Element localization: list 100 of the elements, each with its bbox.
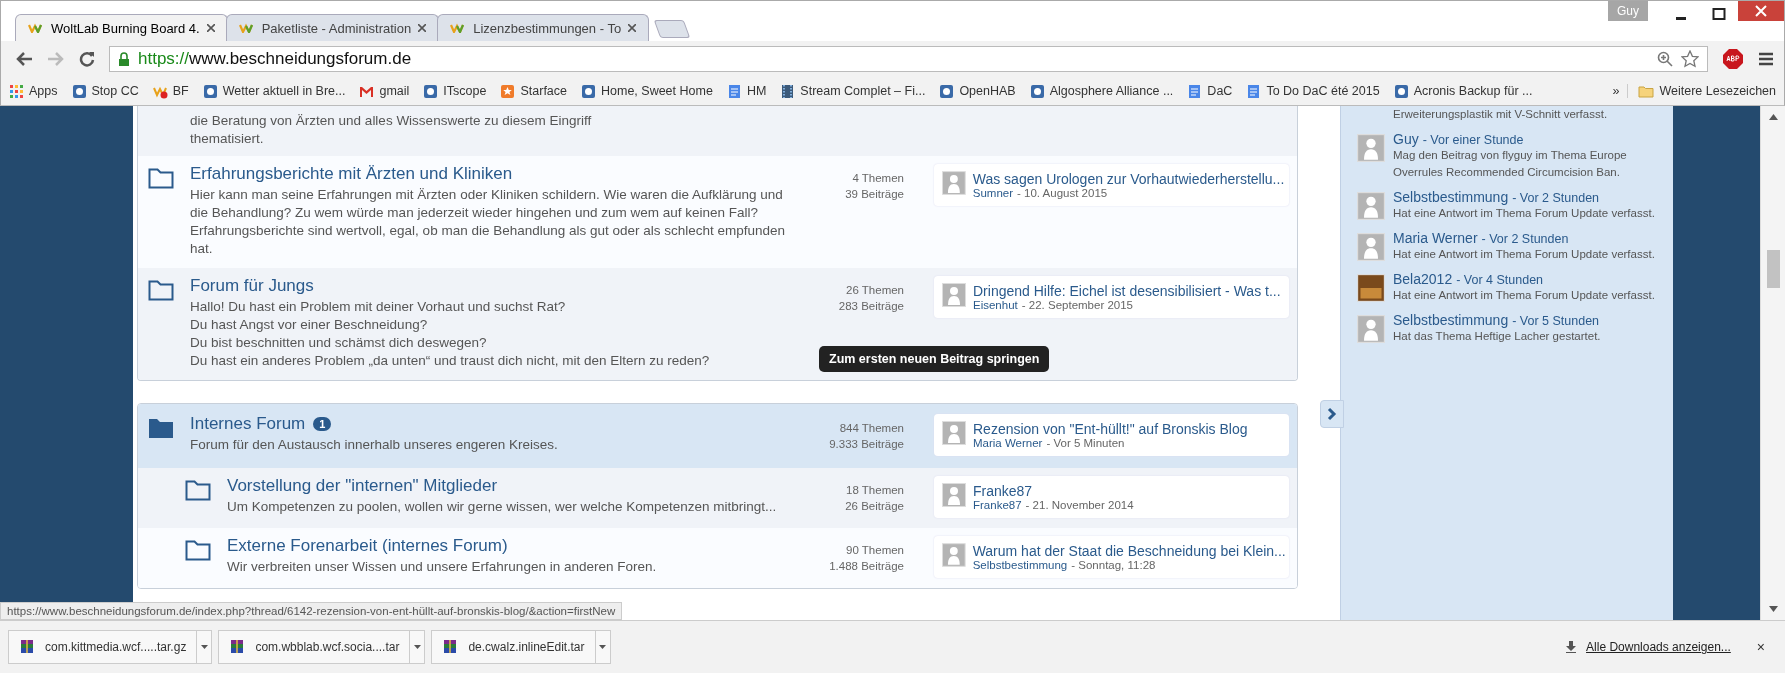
scroll-up-icon[interactable] [1768,114,1778,120]
collapse-sidebar-button[interactable] [1320,400,1344,428]
topic-count: 4 Themen [851,171,904,186]
download-icon [1566,641,1577,653]
download-item[interactable]: de.cwalz.inlineEdit.tar [431,630,611,664]
film-icon [780,83,796,99]
post-time: - Sonntag, 11:28 [1071,559,1156,571]
author-link[interactable]: Selbstbestimmung [972,559,1068,571]
tooltip: Zum ersten neuen Beitrag springen [819,346,1050,372]
board-title-link[interactable]: Internes Forum [190,414,306,434]
activity-time: - Vor 2 Stunden [1481,232,1569,246]
board-title-link[interactable]: Externe Forenarbeit (internes Forum) [227,536,508,556]
post-count: 1.488 Beiträge [828,559,904,574]
bookmark[interactable]: Apps [9,83,58,99]
close-downloads-button[interactable]: × [1756,639,1765,655]
board-title-link[interactable]: Erfahrungsberichte mit Ärzten und Kliniken [190,164,513,184]
close-icon [206,24,215,32]
site-icon [423,83,439,99]
status-url: https://www.beschneidungsforum.de/index.php?thread/6142-rezension-von-ent-hüllt-auf-bronskis-blog/&action=firstNew [0,602,623,620]
close-icon [628,24,637,32]
site-icon [71,83,87,99]
menu-icon[interactable] [1758,52,1774,66]
author-link[interactable]: Eisenhut [973,299,1018,311]
post-count: 39 Beiträge [844,187,904,202]
board-description: Hier kann man seine Erfahrungen mit Ärzten oder Kliniken schildern. Wie waren die Aufklärung und die Behandlung? Zu wem würde man jederzeit wieder hingehen und zum wem auf keinen Fall? Erfahrungsberichte sind wertvoll, egal, ob man die Behandlung als gut oder als schlecht empfunden hat. [190,186,787,258]
site-icon [202,83,218,99]
user-link[interactable]: Maria Werner [1393,230,1478,246]
bookmarks-overflow[interactable]: » [1604,84,1629,98]
post-count: 26 Beiträge [844,499,904,514]
post-time: - Vor 5 Minuten [1046,437,1125,449]
thread-link[interactable]: Rezension von "Ent-hüllt!" auf Bronskis Blog [973,421,1248,437]
apps-grid-icon [9,83,24,99]
bookmark[interactable]: ITscope [423,83,487,99]
board-title-link[interactable]: Forum für Jungs [190,276,314,296]
caret-icon [413,645,421,649]
activity-text: Hat eine Antwort im Thema Forum Update verfasst. [1393,288,1655,303]
bookmark[interactable]: gmail [359,83,410,99]
post-time: - 10. August 2015 [1017,187,1108,199]
bookmark[interactable]: Home, Sweet Home [581,83,713,99]
browser-tab[interactable]: Paketliste - Administration [225,14,440,41]
scrollbar-thumb[interactable] [1766,250,1780,288]
topic-count: 844 Themen [838,421,904,436]
avatar-icon [942,483,966,507]
scroll-down-icon[interactable] [1768,606,1778,612]
zoom-icon[interactable] [1657,51,1673,67]
thread-link[interactable]: Dringend Hilfe: Eichel ist desensibilisiert - Was t... [973,283,1281,299]
show-all-downloads-link[interactable]: Alle Downloads anzeigen... [1586,640,1731,654]
star-icon[interactable] [1681,50,1699,68]
activity-text: Hat eine Antwort im Thema Forum Update verfasst. [1393,247,1655,262]
bookmark[interactable]: HM [726,83,767,99]
avatar-icon [942,171,966,195]
bookmark[interactable]: Algosphere Alliance ... [1029,83,1174,99]
post-count: 9.333 Beiträge [828,437,904,452]
close-button[interactable] [1738,1,1784,21]
unread-count: 1 [313,417,332,431]
bookmark[interactable]: Starface [500,83,567,99]
bookmark[interactable]: Wetter aktuell in Bre... [202,83,346,99]
user-link[interactable]: Selbstbestimmung [1393,312,1509,328]
scrollbar[interactable] [1760,106,1785,620]
activity-time: - Vor 5 Stunden [1512,314,1600,328]
bookmark[interactable]: To Do DaC été 2015 [1246,83,1380,99]
lock-icon [118,51,130,67]
thread-link[interactable]: Franke87 [973,483,1134,499]
bookmark[interactable]: BF [152,83,189,99]
activity-time: - Vor einer Stunde [1422,133,1524,147]
bookmark[interactable]: Acronis Backup für ... [1393,83,1533,99]
document-icon [1246,83,1262,99]
bookmark[interactable]: Stop CC [71,83,139,99]
browser-tab[interactable]: Lizenzbestimmungen - To [437,14,650,41]
board-title-link[interactable]: Vorstellung der "internen" Mitglieder [227,476,498,496]
post-time: - 21. November 2014 [1025,499,1134,511]
avatar-icon [1357,315,1385,343]
user-link[interactable]: Selbstbestimmung [1393,189,1509,205]
user-link[interactable]: Bela2012 [1393,271,1453,287]
activity-text: Hat das Thema Heftige Lacher gestartet. [1393,329,1601,344]
maximize-icon[interactable] [1712,7,1726,21]
author-link[interactable]: Franke87 [973,499,1022,511]
adblock-icon[interactable] [1722,48,1744,70]
board-description: Hallo! Du hast ein Problem mit deiner Vorhaut und suchst Rat? Du hast Angst vor einer Beschneidung? Du bist beschnitten und schämst dich deswegen? Du hast ein anderes Problem „da unten“ und traust dich nicht, mit den Eltern zu reden? [190,298,711,370]
author-link[interactable]: Sumner [972,187,1014,199]
avatar-icon [942,283,966,307]
back-icon[interactable] [15,51,33,67]
download-item[interactable]: com.wbblab.wcf.socia....tar [218,630,426,664]
bookmark[interactable]: OpenHAB [939,83,1016,99]
site-icon [581,83,596,99]
bookmark[interactable]: DaC [1187,83,1233,99]
board-description: Wir verbreiten unser Wissen und unsere Erfahrungen in anderen Foren. [227,558,658,576]
author-link[interactable]: Maria Werner [973,437,1043,449]
download-item[interactable]: com.kittmedia.wcf.....tar.gz [8,630,213,664]
address-bar[interactable]: https://www.beschneidungsforum.de [109,46,1708,72]
user-link[interactable]: Guy [1393,131,1419,147]
avatar-icon [942,543,966,567]
bookmark[interactable]: Stream Complet – Fi... [780,83,926,99]
thread-link[interactable]: Was sagen Urologen zur Vorhautwiederherstellu... [972,171,1281,187]
post-time: - 22. September 2015 [1021,299,1133,311]
wbb-logo-icon [28,23,44,33]
browser-tab[interactable]: WoltLab Burning Board 4. [15,14,228,41]
reload-icon[interactable] [79,51,95,67]
folder-icon [1638,84,1655,98]
bookmark-folder[interactable]: Weitere Lesezeichen [1638,84,1776,98]
